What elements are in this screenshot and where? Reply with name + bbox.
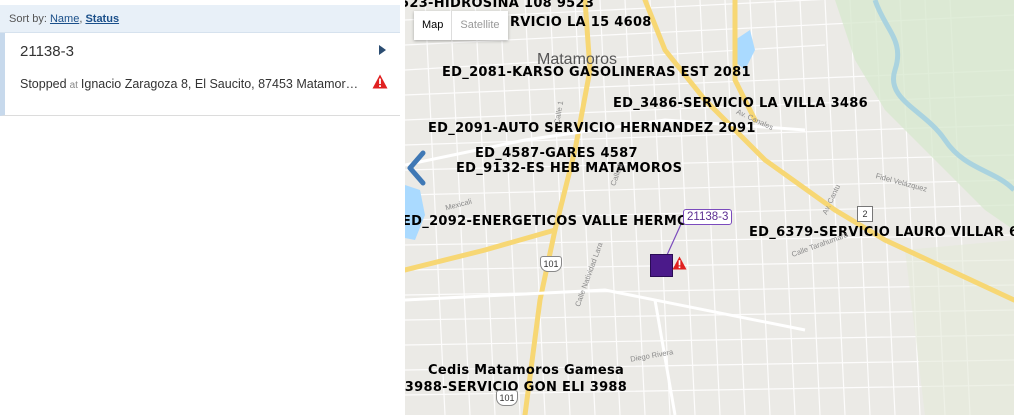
vehicle-list-panel: Sort by: Name, Status 21138-3 Stopped at I… <box>0 0 405 415</box>
poi-label[interactable]: 523-HIDROSINA 108 9523 <box>405 0 594 11</box>
list-item[interactable]: 21138-3 Stopped at Ignacio Zaragoza 8, El … <box>0 33 400 116</box>
sort-bar: Sort by: Name, Status <box>0 5 400 33</box>
poi-label[interactable]: ED_2092-ENERGETICOS VALLE HERMOSO <box>405 214 709 229</box>
sort-by-name-link[interactable]: Name <box>50 13 79 25</box>
address-text: Ignacio Zaragoza 8, El Saucito, 87453 Ma… <box>80 77 365 91</box>
poi-label[interactable]: ED_4587-GARES 4587 <box>475 146 638 161</box>
expand-arrow-icon[interactable] <box>379 45 386 55</box>
poi-label[interactable]: Cedis Matamoros Gamesa <box>428 363 624 378</box>
chevron-left-icon[interactable] <box>405 150 427 186</box>
highway-shield-icon: 2 <box>857 206 873 222</box>
status-text: Stopped <box>20 77 67 91</box>
poi-label[interactable]: ED_6379-SERVICIO LAURO VILLAR 637 <box>749 225 1014 240</box>
highway-shield-icon: 101 <box>540 256 562 272</box>
sort-by-status-link[interactable]: Status <box>85 13 119 25</box>
poi-label[interactable]: ED_2081-KARSO GASOLINERAS EST 2081 <box>442 65 751 80</box>
sort-prefix: Sort by: <box>9 13 47 25</box>
poi-label[interactable]: ED_9132-ES HEB MATAMOROS <box>456 161 682 176</box>
at-label: at <box>69 80 78 91</box>
warning-triangle-icon <box>372 74 388 89</box>
map-type-map-button[interactable]: Map <box>414 11 451 40</box>
map-type-satellite-button[interactable]: Satellite <box>451 11 507 40</box>
vehicle-status-line: Stopped at Ignacio Zaragoza 8, El Saucito,… <box>20 77 365 91</box>
highway-shield-icon: 101 <box>496 390 518 406</box>
poi-label[interactable]: ED_2091-AUTO SERVICIO HERNANDEZ 2091 <box>428 121 756 136</box>
vehicle-marker[interactable] <box>650 254 673 277</box>
map-view[interactable]: Map Satellite Matamoros 523-HIDROSINA 10… <box>405 0 1014 415</box>
map-base-layer <box>405 0 1014 415</box>
vehicle-name: 21138-3 <box>20 43 74 60</box>
vehicle-callout[interactable]: 21138-3 <box>683 209 733 225</box>
poi-label[interactable]: RVICIO LA 15 4608 <box>510 15 652 30</box>
warning-triangle-icon <box>672 256 687 270</box>
app-root: Sort by: Name, Status 21138-3 Stopped at I… <box>0 0 1014 415</box>
map-type-switcher: Map Satellite <box>414 11 508 40</box>
